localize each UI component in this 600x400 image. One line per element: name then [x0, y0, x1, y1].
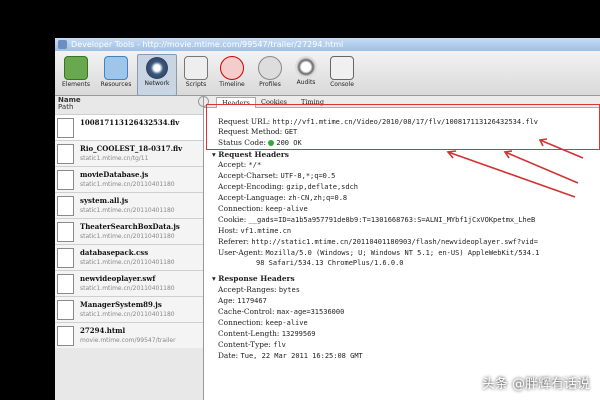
arrow-line — [504, 151, 579, 184]
arrow-line — [539, 139, 584, 159]
watermark: 头条 @胖辉有话说 — [481, 377, 590, 392]
annotation-arrows — [446, 138, 584, 198]
